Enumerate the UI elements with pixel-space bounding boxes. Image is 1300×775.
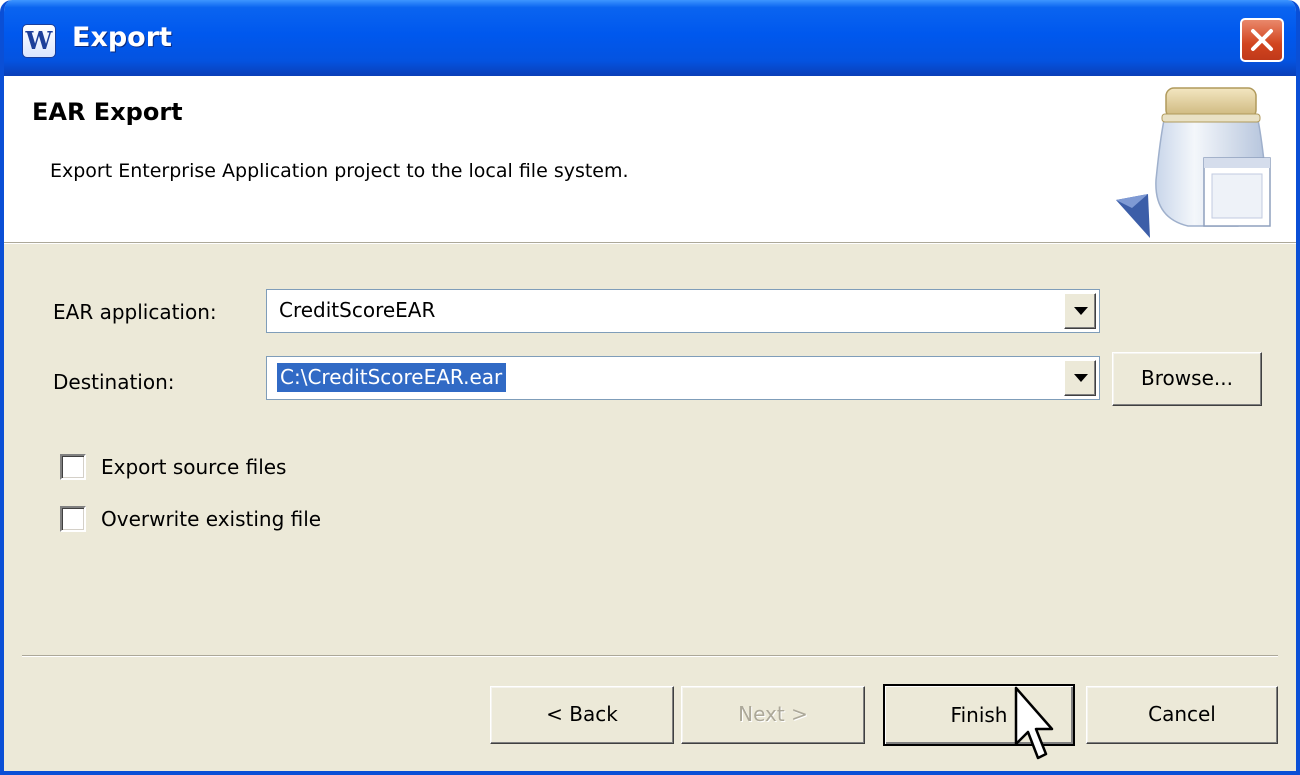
overwrite-existing-file-checkbox[interactable] [60,506,86,532]
cancel-button[interactable]: Cancel [1086,686,1278,744]
destination-combo[interactable]: C:\CreditScoreEAR.ear [266,356,1100,400]
jar-export-wizard-icon [1116,87,1271,238]
mouse-pointer-icon [1014,686,1054,760]
destination-value[interactable]: C:\CreditScoreEAR.ear [277,363,507,392]
page-description: Export Enterprise Application project to… [50,160,629,182]
app-w-icon: W [22,24,56,58]
ear-application-combo[interactable]: CreditScoreEAR [266,289,1100,333]
back-button[interactable]: < Back [490,686,674,744]
wizard-banner: EAR Export Export Enterprise Application… [4,76,1296,242]
close-x-icon [1251,29,1273,51]
destination-label: Destination: [53,370,175,394]
chevron-down-icon [1074,307,1088,315]
close-button[interactable] [1240,18,1284,62]
button-bar-separator-highlight [22,656,1278,657]
title-bar[interactable]: W Export [4,0,1296,76]
window-title: Export [72,22,172,53]
ear-application-value: CreditScoreEAR [279,298,436,322]
overwrite-existing-file-label[interactable]: Overwrite existing file [101,507,321,531]
ear-application-label: EAR application: [53,300,217,324]
banner-separator-highlight [4,243,1296,244]
page-title: EAR Export [32,98,183,126]
ear-application-dropdown-button[interactable] [1064,293,1096,329]
export-source-files-label[interactable]: Export source files [101,455,286,479]
destination-dropdown-button[interactable] [1064,360,1096,396]
next-button[interactable]: Next > [681,686,865,744]
export-source-files-checkbox[interactable] [60,454,86,480]
export-dialog: W Export EAR Export Export Enterprise Ap… [0,0,1300,775]
chevron-down-icon [1074,374,1088,382]
browse-button[interactable]: Browse... [1112,352,1262,406]
